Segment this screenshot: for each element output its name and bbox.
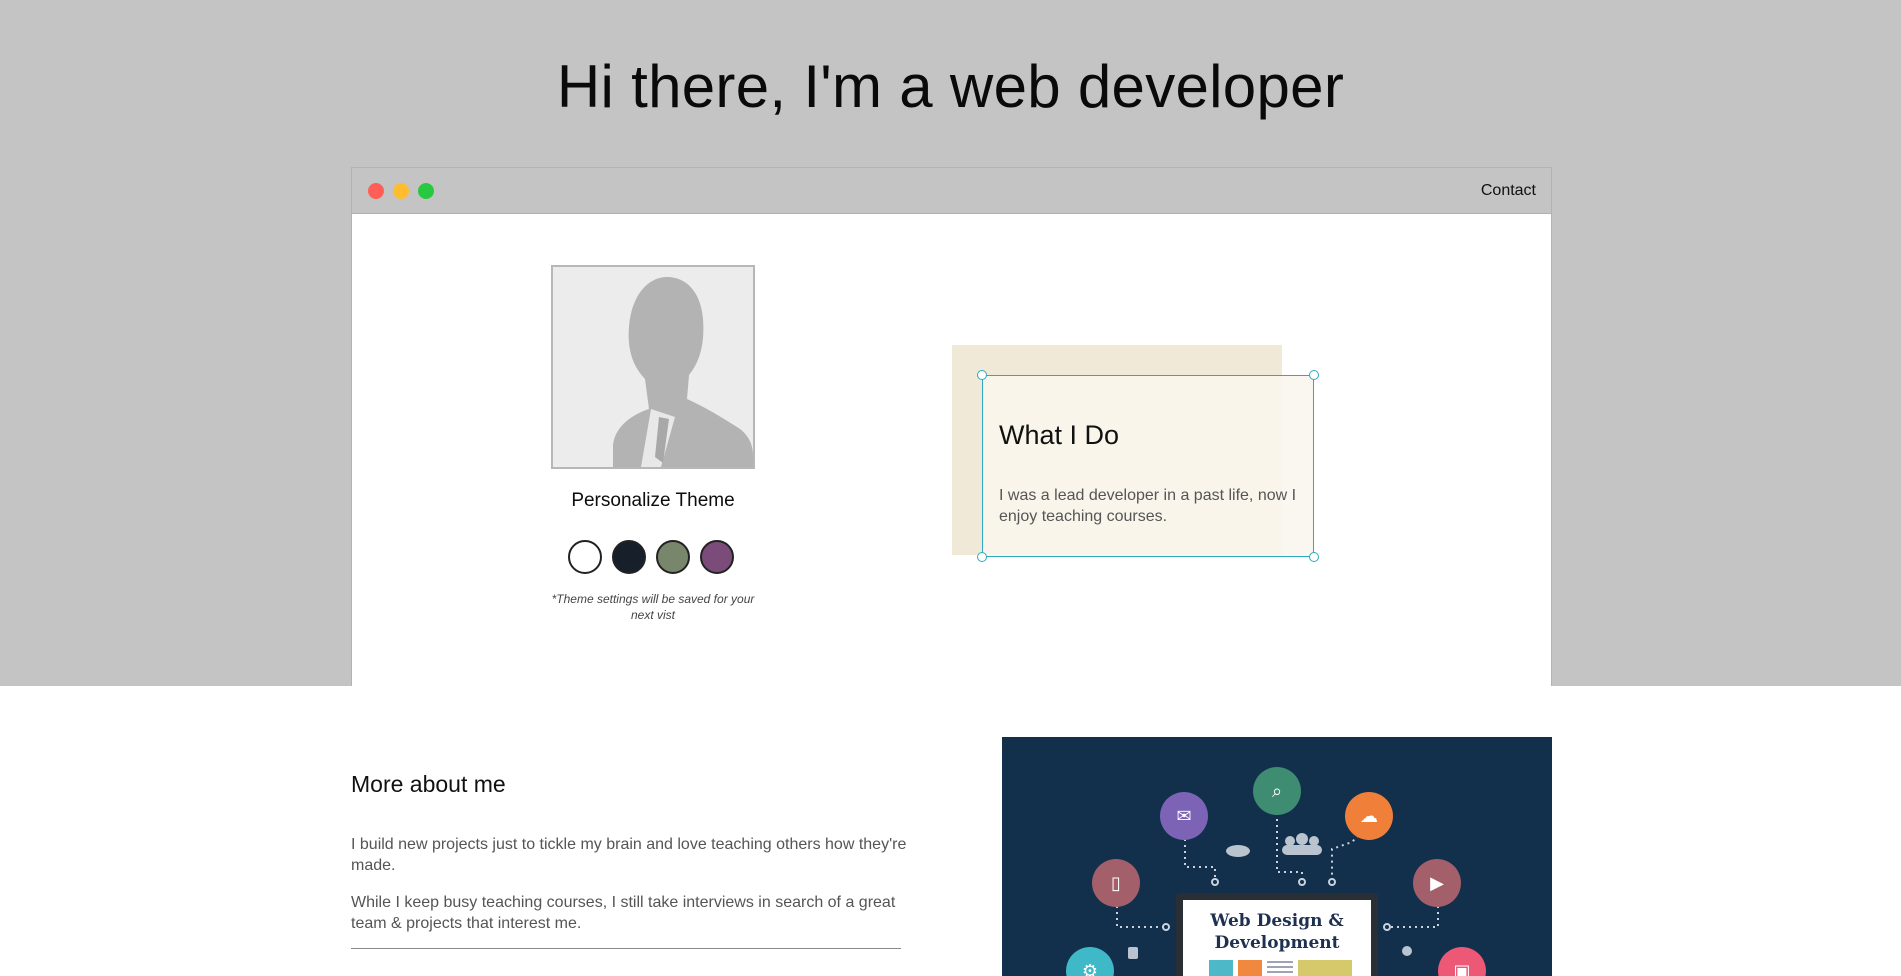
- chat-icon: ☁: [1345, 792, 1393, 840]
- resize-handle-bottom-left[interactable]: [977, 552, 987, 562]
- theme-title: Personalize Theme: [571, 490, 735, 511]
- what-i-do-card: What I Do I was a lead developer in a pa…: [977, 370, 1319, 562]
- about-paragraph: I build new projects just to tickle my b…: [351, 836, 907, 874]
- email-icon: ✉: [1160, 792, 1208, 840]
- what-i-do-title: What I Do: [999, 420, 1120, 450]
- theme-options: [568, 540, 738, 576]
- maximize-window-dot-icon: [418, 183, 434, 199]
- layout-blocks-icon: [1209, 960, 1352, 976]
- theme-note: *Theme settings will be saved for your n…: [551, 592, 755, 622]
- resize-handle-bottom-right[interactable]: [1309, 552, 1319, 562]
- about-title: More about me: [351, 771, 506, 797]
- greeting-section: Hi there, I'm a web developer Contact Pe…: [0, 0, 1901, 686]
- resize-handle-top-left[interactable]: [977, 370, 987, 380]
- theme-green-button[interactable]: [656, 540, 690, 574]
- minimize-window-dot-icon: [393, 183, 409, 199]
- mobile-phone-icon: ▯: [1092, 859, 1140, 907]
- theme-purple-button[interactable]: [700, 540, 734, 574]
- person-silhouette-icon: [553, 267, 753, 467]
- illustration-caption: Web Design & Development: [1210, 911, 1344, 953]
- about-paragraph: While I keep busy teaching courses, I st…: [351, 894, 896, 932]
- theme-dark-blue-button[interactable]: [612, 540, 646, 574]
- resize-handle-top-right[interactable]: [1309, 370, 1319, 380]
- page-title: Hi there, I'm a web developer: [556, 53, 1345, 120]
- theme-light-button[interactable]: [568, 540, 602, 574]
- close-window-dot-icon: [368, 183, 384, 199]
- browser-window: Contact Personalize Theme *Theme setting…: [351, 167, 1552, 686]
- search-icon: ⌕: [1253, 767, 1301, 815]
- monitor-display: Web Design & Development: [1183, 900, 1371, 976]
- divider: [351, 948, 901, 949]
- contact-link[interactable]: Contact: [1481, 182, 1536, 200]
- monitor-screen: Web Design & Development: [1176, 893, 1378, 976]
- what-i-do-text: I was a lead developer in a past life, n…: [999, 487, 1297, 525]
- browser-bar: Contact: [352, 168, 1551, 214]
- web-design-illustration: ✉ ⌕ ☁ ▯ ▶ ⚙ ▣ Web Design & Development: [1002, 737, 1552, 976]
- profile-picture: [551, 265, 755, 469]
- video-icon: ▶: [1413, 859, 1461, 907]
